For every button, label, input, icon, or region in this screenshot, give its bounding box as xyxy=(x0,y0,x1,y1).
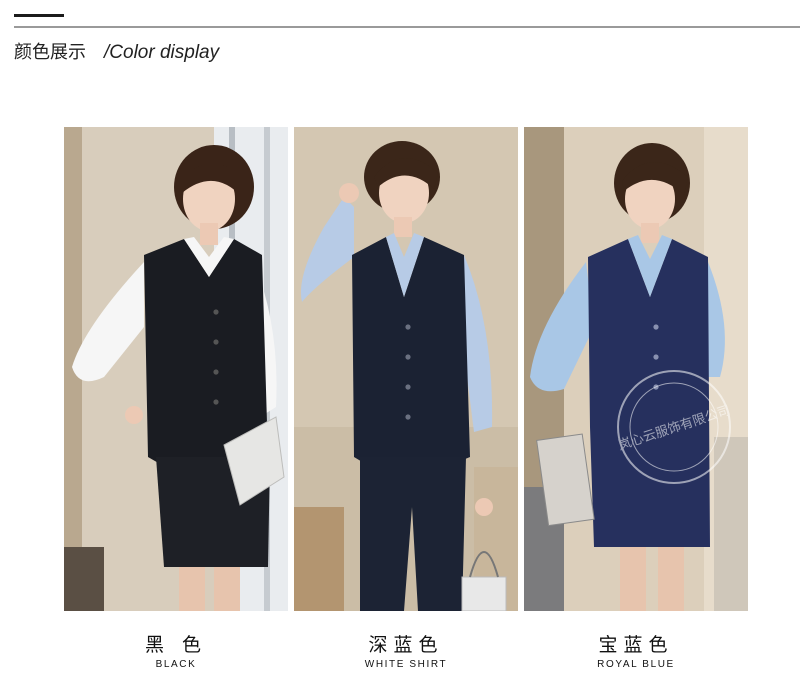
swatch-name-zh: 深蓝色 xyxy=(368,634,444,656)
model-black-illustration xyxy=(64,127,288,611)
swatch-caption-navy: 深蓝色 WHITE SHIRT xyxy=(294,633,518,670)
header-divider xyxy=(14,26,800,28)
section-title: 颜色展示/Color display xyxy=(14,40,219,66)
product-photo-navy[interactable] xyxy=(294,127,518,611)
swatch-name-en: ROYAL BLUE xyxy=(597,659,675,670)
swatch-caption-black: 黑 色 BLACK xyxy=(64,633,288,670)
section-title-zh: 颜色展示 xyxy=(14,42,86,63)
section-title-en: /Color display xyxy=(104,42,220,63)
product-photo-black[interactable] xyxy=(64,127,288,611)
swatch-name-zh: 宝蓝色 xyxy=(598,634,674,656)
product-photo-royal-blue[interactable]: 岚心云服饰有限公司 xyxy=(524,127,748,611)
swatch-name-zh: 黑 色 xyxy=(144,634,208,656)
swatch-name-en: BLACK xyxy=(155,659,197,670)
header-accent-bar xyxy=(14,14,64,17)
model-navy-illustration xyxy=(294,127,518,611)
swatch-caption-royal-blue: 宝蓝色 ROYAL BLUE xyxy=(524,633,748,670)
model-royal-blue-illustration: 岚心云服饰有限公司 xyxy=(524,127,748,611)
swatch-name-en: WHITE SHIRT xyxy=(364,659,448,670)
